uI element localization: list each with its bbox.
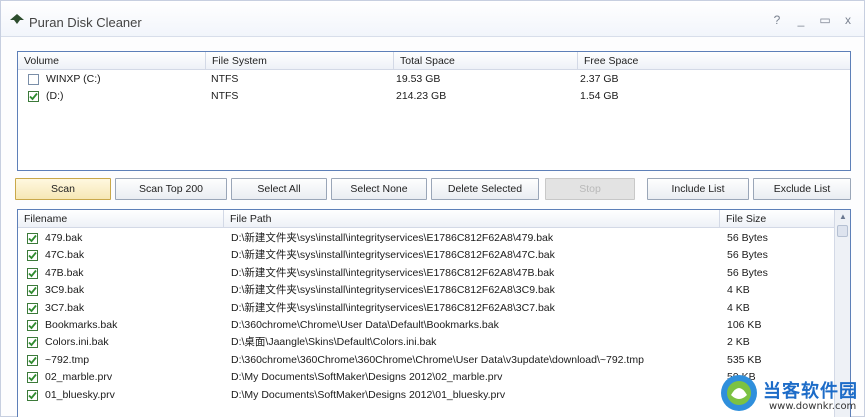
column-header-file-system[interactable]: File System (206, 52, 394, 70)
file-path: D:\新建文件夹\sys\install\integrityservices\E… (231, 284, 555, 297)
file-size: 2 KB (727, 336, 750, 349)
delete-selected-button[interactable]: Delete Selected (431, 178, 539, 200)
file-row[interactable]: ~792.tmp D:\360chrome\360Chrome\360Chrome… (18, 352, 836, 369)
watermark: 当客软件园 www.downkr.com (719, 373, 865, 417)
volume-name: (D:) (46, 90, 64, 102)
file-checkbox[interactable] (27, 250, 38, 262)
file-size: 106 KB (727, 319, 762, 331)
include-list-button[interactable]: Include List (647, 178, 749, 200)
column-header-volume[interactable]: Volume (18, 52, 206, 70)
stop-button[interactable]: Stop (545, 178, 635, 200)
window-title: Puran Disk Cleaner (29, 15, 142, 30)
file-name: 479.bak (45, 232, 83, 244)
file-checkbox[interactable] (27, 233, 38, 244)
volume-list-header: Volume File System Total Space Free Spac… (18, 52, 850, 70)
file-path: D:\My Documents\SoftMaker\Designs 2012\0… (231, 388, 506, 401)
volume-total-space: 214.23 GB (396, 90, 447, 102)
file-checkbox[interactable] (27, 372, 38, 384)
file-name: Colors.ini.bak (45, 336, 109, 349)
volume-file-system: NTFS (211, 90, 239, 102)
volume-free-space: 2.37 GB (580, 73, 619, 85)
file-name: 02_marble.prv (45, 371, 113, 384)
select-none-button[interactable]: Select None (331, 178, 427, 200)
file-path: D:\My Documents\SoftMaker\Designs 2012\0… (231, 371, 503, 384)
file-size: 4 KB (727, 284, 750, 297)
column-header-file-size[interactable]: File Size (720, 210, 836, 228)
file-size: 4 KB (727, 301, 750, 314)
scroll-thumb[interactable] (837, 225, 848, 237)
volume-list: Volume File System Total Space Free Spac… (17, 51, 851, 171)
file-name: 47C.bak (45, 249, 85, 262)
file-checkbox[interactable] (27, 302, 38, 314)
file-path: D:\桌面\Jaangle\Skins\Default\Colors.ini.b… (231, 336, 437, 349)
file-checkbox[interactable] (27, 389, 38, 401)
select-all-button[interactable]: Select All (231, 178, 327, 200)
file-path: D:\新建文件夹\sys\install\integrityservices\E… (231, 266, 555, 279)
file-size: 56 Bytes (727, 266, 768, 279)
file-size: 56 Bytes (727, 232, 768, 244)
file-checkbox[interactable] (27, 337, 38, 349)
file-row[interactable]: 02_marble.prv D:\My Documents\SoftMaker\D… (18, 369, 836, 386)
file-path: D:\新建文件夹\sys\install\integrityservices\E… (231, 249, 555, 262)
scroll-up-arrow-icon[interactable]: ▲ (835, 210, 850, 224)
volume-name: WINXP (C:) (46, 73, 101, 85)
file-name: 47B.bak (45, 266, 84, 279)
file-checkbox[interactable] (27, 354, 38, 366)
column-header-file-path[interactable]: File Path (224, 210, 720, 228)
volume-total-space: 19.53 GB (396, 73, 441, 85)
file-row[interactable]: 3C7.bak D:\新建文件夹\sys\install\integrityser… (18, 300, 836, 317)
file-size: 56 Bytes (727, 249, 768, 262)
file-size: 535 KB (727, 353, 762, 366)
file-path: D:\新建文件夹\sys\install\integrityservices\E… (231, 232, 554, 244)
column-header-filename[interactable]: Filename (18, 210, 224, 228)
file-row[interactable]: Bookmarks.bak D:\360chrome\Chrome\User Da… (18, 317, 836, 334)
app-window: Puran Disk Cleaner ? _ ▭ x Volume File S… (0, 0, 865, 417)
maximize-button[interactable]: ▭ (818, 13, 832, 27)
volume-free-space: 1.54 GB (580, 90, 619, 102)
file-name: 3C9.bak (45, 284, 85, 297)
volume-row[interactable]: (D:) NTFS 214.23 GB 1.54 GB (18, 88, 850, 105)
column-header-total-space[interactable]: Total Space (394, 52, 578, 70)
close-button[interactable]: x (841, 13, 855, 27)
file-checkbox[interactable] (27, 267, 38, 279)
file-row[interactable]: Colors.ini.bak D:\桌面\Jaangle\Skins\Defaul… (18, 334, 836, 351)
file-checkbox[interactable] (27, 285, 38, 297)
volume-file-system: NTFS (211, 73, 239, 85)
file-list-header: Filename File Path File Size (18, 210, 836, 228)
minimize-button[interactable]: _ (794, 13, 808, 27)
scan-button[interactable]: Scan (15, 178, 111, 200)
file-row[interactable]: 47C.bak D:\新建文件夹\sys\install\integrityser… (18, 247, 836, 264)
volume-row[interactable]: WINXP (C:) NTFS 19.53 GB 2.37 GB (18, 71, 850, 88)
exclude-list-button[interactable]: Exclude List (753, 178, 851, 200)
file-row[interactable]: 47B.bak D:\新建文件夹\sys\install\integrityser… (18, 265, 836, 282)
file-path: D:\360chrome\Chrome\User Data\Default\Bo… (231, 319, 499, 331)
file-row[interactable]: 3C9.bak D:\新建文件夹\sys\install\integrityser… (18, 282, 836, 299)
scan-top-200-button[interactable]: Scan Top 200 (115, 178, 227, 200)
action-toolbar: Scan Scan Top 200 Select All Select None… (15, 178, 851, 202)
column-header-free-space[interactable]: Free Space (578, 52, 850, 70)
watermark-url: www.downkr.com (769, 401, 857, 412)
watermark-text: 当客软件园 (763, 381, 858, 402)
file-name: Bookmarks.bak (45, 319, 118, 331)
file-path: D:\新建文件夹\sys\install\integrityservices\E… (231, 301, 555, 314)
file-checkbox[interactable] (27, 320, 38, 331)
title-bar: Puran Disk Cleaner ? _ ▭ x (1, 1, 864, 37)
watermark-logo-icon (721, 375, 757, 411)
file-name: 3C7.bak (45, 301, 85, 314)
volume-checkbox[interactable] (28, 74, 39, 85)
file-path: D:\360chrome\360Chrome\360Chrome\Chrome\… (231, 353, 644, 366)
app-logo-icon (10, 14, 24, 24)
help-button[interactable]: ? (770, 13, 784, 27)
volume-checkbox[interactable] (28, 91, 39, 102)
file-name: ~792.tmp (45, 353, 90, 366)
file-row[interactable]: 479.bak D:\新建文件夹\sys\install\integrityser… (18, 230, 836, 247)
file-row[interactable]: 01_bluesky.prv D:\My Documents\SoftMaker\… (18, 387, 836, 404)
file-name: 01_bluesky.prv (45, 388, 115, 401)
